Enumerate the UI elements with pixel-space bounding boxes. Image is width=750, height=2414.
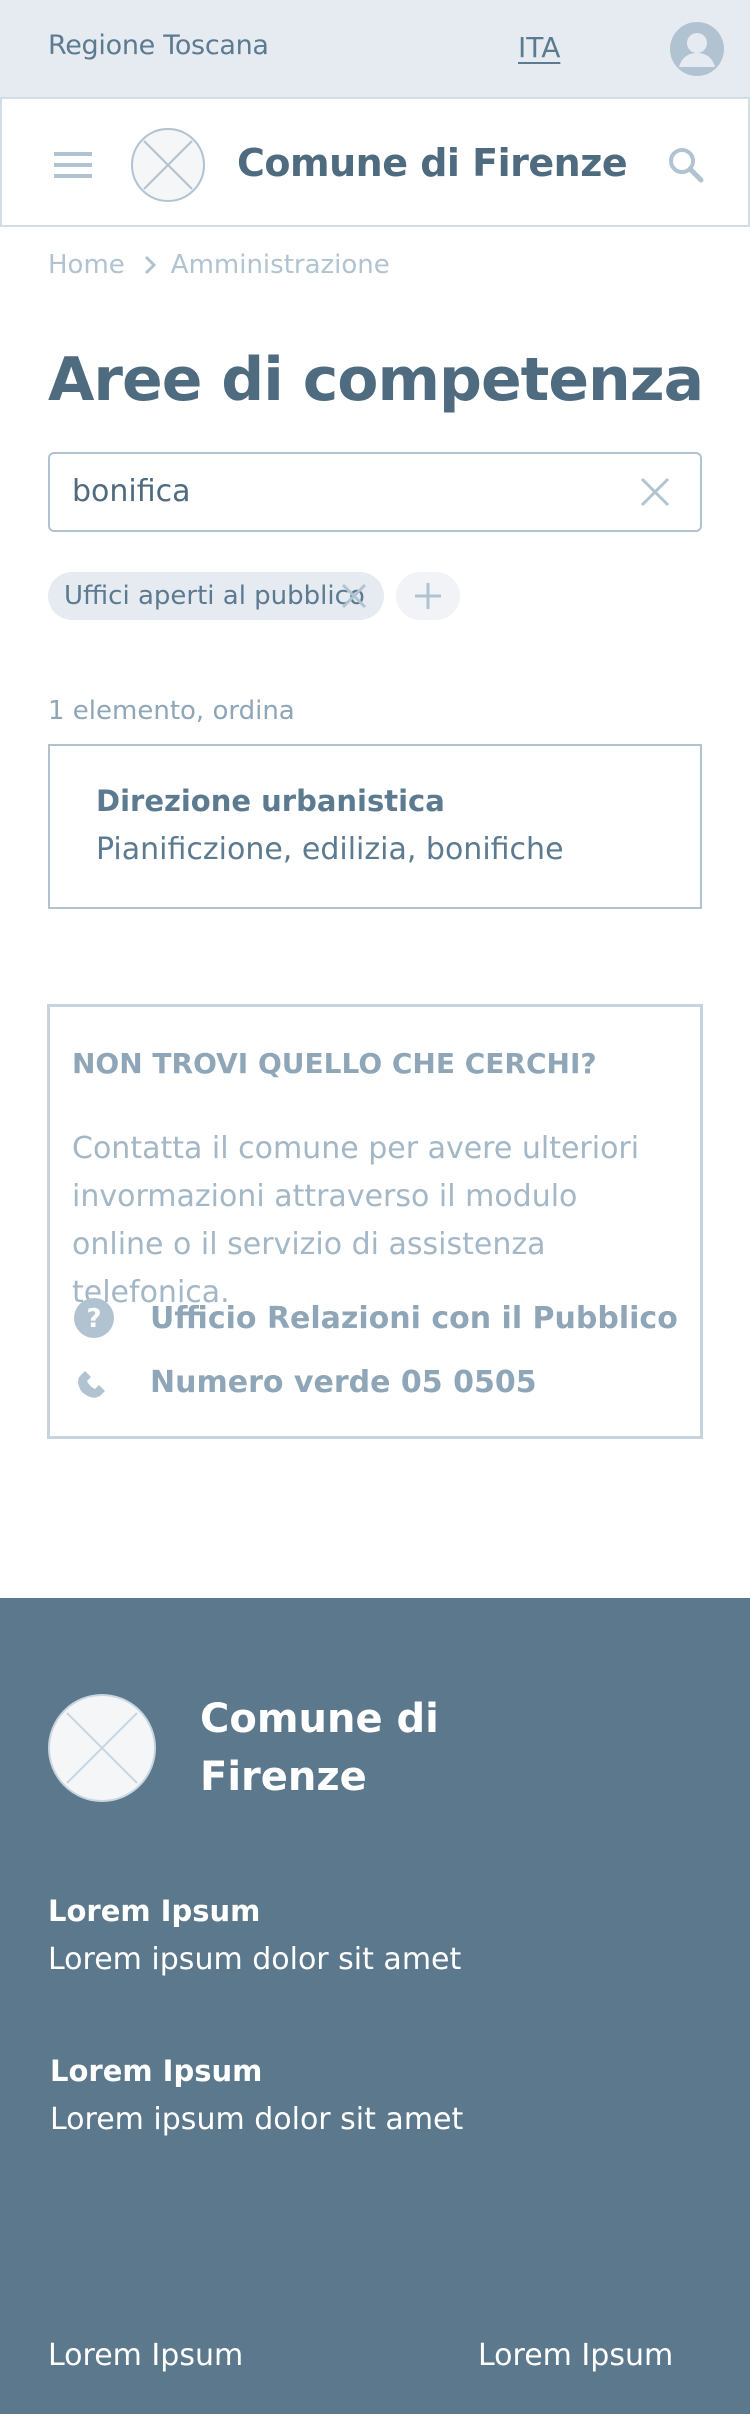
remove-filter-icon[interactable] [340,582,368,610]
result-description: Pianificzione, edilizia, bonifiche [96,832,564,867]
help-text: Contatta il comune per avere ulteriori i… [72,1131,640,1310]
add-filter-button[interactable] [396,572,460,620]
menu-icon[interactable] [54,152,92,178]
urp-link[interactable]: Ufficio Relazioni con il Pubblico [150,1301,678,1336]
page-title: Aree di competenza [48,345,704,415]
region-label: Regione Toscana [48,30,269,61]
footer-block-text: Lorem ipsum dolor sit amet [48,1942,462,1977]
footer-block-text: Lorem ipsum dolor sit amet [50,2102,464,2137]
footer-block-title: Lorem Ipsum [48,1894,261,1928]
footer-link[interactable]: Lorem Ipsum [478,2338,673,2373]
site-title[interactable]: Comune di Firenze [237,141,628,185]
result-card[interactable]: Direzione urbanistica Pianificzione, edi… [48,744,702,909]
breadcrumb-home[interactable]: Home [48,250,125,280]
footer-title: Comune di Firenze [200,1696,439,1800]
help-heading: NON TROVI QUELLO CHE CERCHI? [72,1047,597,1080]
footer-logo[interactable] [48,1694,156,1802]
question-circle-icon: ? [73,1297,115,1339]
search-input-value[interactable]: bonifica [72,474,191,509]
svg-text:?: ? [86,1304,101,1334]
filter-chip-label: Uffici aperti al pubblico [64,581,365,611]
footer-link[interactable]: Lorem Ipsum [48,2338,243,2373]
chevron-right-icon [143,254,157,276]
plus-icon [415,583,441,609]
footer-block-title: Lorem Ipsum [50,2054,263,2088]
site-logo[interactable] [131,128,205,202]
site-header: Comune di Firenze [0,97,750,227]
top-bar: Regione Toscana ITA [0,0,750,97]
breadcrumb: Home Amministrazione [48,248,390,282]
phone-icon [73,1361,115,1403]
clear-search-icon[interactable] [638,475,672,509]
phone-link[interactable]: Numero verde 05 0505 [150,1365,537,1400]
language-selector[interactable]: ITA [518,31,560,64]
search-input[interactable]: bonifica [48,452,702,532]
filter-chip: Uffici aperti al pubblico [48,572,384,620]
user-avatar-icon[interactable] [670,22,724,76]
breadcrumb-current[interactable]: Amministrazione [171,250,390,280]
search-icon[interactable] [666,145,706,185]
result-title: Direzione urbanistica [96,784,445,818]
footer: Comune di Firenze Lorem Ipsum Lorem ipsu… [0,1598,750,2414]
results-count[interactable]: 1 elemento, ordina [48,696,295,726]
help-box: NON TROVI QUELLO CHE CERCHI? Contatta il… [47,1004,703,1439]
